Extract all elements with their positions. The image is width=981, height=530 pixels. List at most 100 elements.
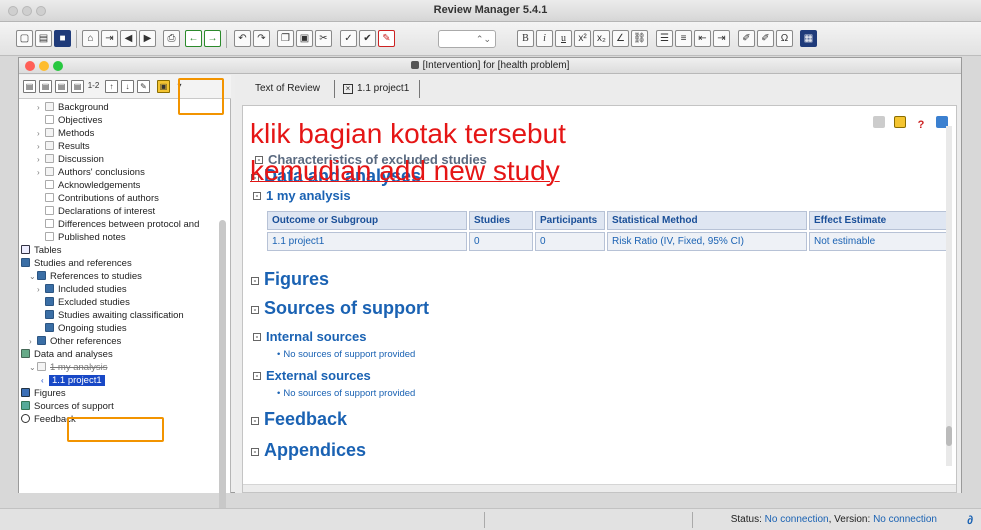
tree-item-sources-support[interactable]: Sources of support [21,400,114,413]
table-cell[interactable]: 0 [469,232,533,251]
move-down-icon[interactable]: ↓ [121,80,134,93]
tree-item-my-analysis[interactable]: ⌄ 1 my analysis [29,361,108,374]
edit-section-icon[interactable]: ▤ [39,80,52,93]
table-header: Studies [469,211,533,230]
tree-item-published-notes[interactable]: Published notes [45,231,126,244]
tree-scrollbar[interactable] [219,220,226,515]
close-tab-icon[interactable]: × [343,84,353,94]
bold-icon[interactable]: B [517,30,534,47]
table-cell[interactable]: Not estimable [809,232,947,251]
track-changes-icon[interactable]: ✐ [738,30,755,47]
table-icon[interactable]: ▦ [800,30,817,47]
tree-item-studies-awaiting[interactable]: Studies awaiting classification [45,309,184,322]
font-size-select[interactable]: ⌃⌄ [438,30,496,48]
decrease-indent-icon[interactable]: ⇤ [694,30,711,47]
tree-item-ongoing-studies[interactable]: Ongoing studies [45,322,127,335]
tree-item-tables[interactable]: Tables [21,244,61,257]
open-folder-icon[interactable]: ▤ [35,30,52,47]
tree-item-authors-conclusions[interactable]: › Authors' conclusions [37,166,145,179]
note-icon[interactable] [893,116,906,128]
new-document-icon[interactable]: ▢ [16,30,33,47]
paste-icon[interactable]: ▣ [296,30,313,47]
tree-item-background[interactable]: › Background [37,101,109,114]
tree-item-data-analyses[interactable]: Data and analyses [21,348,113,361]
table-icon [21,245,30,254]
bulleted-list-icon[interactable]: ☰ [656,30,673,47]
document-icon [410,61,419,69]
insert-link-icon[interactable]: ⛓ [631,30,648,47]
print-icon[interactable]: ⎙ [163,30,180,47]
figures-icon [21,388,30,397]
tree-item-results[interactable]: › Results [37,140,90,153]
arrow-right-icon[interactable]: → [204,30,221,47]
underline-icon[interactable]: u [555,30,572,47]
table-cell[interactable]: 0 [535,232,605,251]
copy-icon[interactable]: ❐ [277,30,294,47]
tree-item-project1[interactable]: ‹ 1.1 project1 [41,374,105,387]
accept-changes-icon[interactable]: ✐ [757,30,774,47]
tree-item-other-references[interactable]: › Other references [29,335,121,348]
content-scrollbar[interactable] [946,126,952,466]
subscript-icon[interactable]: x₂ [593,30,610,47]
add-study-icon[interactable]: ▣ [157,80,170,93]
tree-item-differences[interactable]: Differences between protocol and [45,218,199,231]
spell-check-icon[interactable]: ✓ [340,30,357,47]
tree-item-acknowledgements[interactable]: Acknowledgements [45,179,140,192]
highlight-icon[interactable]: ✎ [378,30,395,47]
tree-item-excluded-studies[interactable]: Excluded studies [45,296,130,309]
numbering-icon[interactable]: 1-2 [87,80,100,93]
numbered-list-icon[interactable]: ≡ [675,30,692,47]
doc-icon [45,206,54,215]
table-cell[interactable]: Risk Ratio (IV, Fixed, 95% CI) [607,232,807,251]
tree-item-studies-references[interactable]: Studies and references [21,257,132,270]
support-icon [21,401,30,410]
pin-icon[interactable] [872,116,885,128]
status-text: Status: No connection, Version: No conne… [730,514,937,525]
edit-pencil-icon[interactable]: ✎ [137,80,150,93]
tree-item-figures[interactable]: Figures [21,387,66,400]
tree-item-included-studies[interactable]: › Included studies [37,283,127,296]
horizontal-scrollbar[interactable] [243,484,956,492]
app-titlebar: Review Manager 5.4.1 [0,0,981,22]
tab-text-of-review[interactable]: Text of Review [255,83,320,94]
tree-item-objectives[interactable]: Objectives [45,114,102,127]
tab-project1[interactable]: × 1.1 project1 [343,83,409,94]
help-icon[interactable]: ? [914,119,927,131]
increase-indent-icon[interactable]: ⇥ [713,30,730,47]
arrow-left-icon[interactable]: ← [185,30,202,47]
tree-item-references-to-studies[interactable]: ⌄ References to studies [29,270,142,283]
import-icon[interactable]: ⇥ [101,30,118,47]
superscript-icon[interactable]: x² [574,30,591,47]
cut-icon[interactable]: ✂ [315,30,332,47]
tree-item-methods[interactable]: › Methods [37,127,94,140]
italic-icon[interactable]: i [536,30,553,47]
window-titlebar: [Intervention] for [health problem] [19,58,961,74]
connection-icon: ∂ [967,513,973,527]
notes-icon[interactable]: ▤ [71,80,84,93]
study-icon [45,323,54,332]
next-section-icon[interactable]: ▶ [139,30,156,47]
previous-section-icon[interactable]: ◀ [120,30,137,47]
special-character-icon[interactable]: ∠ [612,30,629,47]
figures-heading: - Figures [251,269,329,290]
external-sources-note: No sources of support provided [277,388,415,399]
selected-outcome[interactable]: 1.1 project1 [49,375,105,386]
omega-icon[interactable]: Ω [776,30,793,47]
view-icons: ? [867,116,948,131]
tree-item-discussion[interactable]: › Discussion [37,153,104,166]
tree-item-declarations[interactable]: Declarations of interest [45,205,155,218]
tab-bar: Text of Review × 1.1 project1 [235,75,961,105]
tree-item-contributions[interactable]: Contributions of authors [45,192,159,205]
studies-icon [21,258,30,267]
add-section-icon[interactable]: ▤ [23,80,36,93]
spell-options-icon[interactable]: ✔ [359,30,376,47]
table-cell[interactable]: 1.1 project1 [267,232,467,251]
move-up-icon[interactable]: ↑ [105,80,118,93]
annotation-line2: kemudian add new study [250,155,560,186]
properties-icon[interactable]: ▤ [55,80,68,93]
redo-icon[interactable]: ↷ [253,30,270,47]
home-icon[interactable]: ⌂ [82,30,99,47]
undo-icon[interactable]: ↶ [234,30,251,47]
table-row[interactable]: 1.1 project1 0 0 Risk Ratio (IV, Fixed, … [267,232,947,251]
save-icon[interactable]: ■ [54,30,71,47]
